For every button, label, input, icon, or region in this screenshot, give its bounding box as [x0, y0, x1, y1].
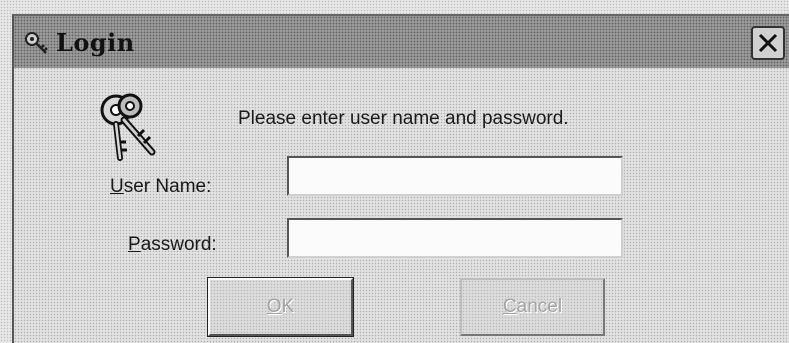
user-name-label-text: ser Name: [123, 176, 212, 197]
password-mnemonic: P [128, 234, 141, 255]
ok-label: K [281, 296, 295, 317]
keys-icon [100, 93, 156, 161]
key-icon [25, 32, 48, 54]
password-input[interactable] [287, 218, 623, 258]
close-button[interactable] [751, 26, 785, 60]
ok-mnemonic: O [266, 296, 282, 317]
title-bar[interactable]: Login [14, 16, 789, 68]
ok-button[interactable]: OK [207, 277, 354, 337]
user-name-label: User Name: [110, 176, 211, 198]
window-title: Login [56, 28, 135, 57]
cancel-mnemonic: C [502, 296, 517, 317]
instruction-text: Please enter user name and password. [238, 108, 569, 129]
close-icon [758, 33, 778, 53]
login-dialog: Login Please enter user name and passwor… [12, 14, 789, 343]
cancel-button[interactable]: Cancel [460, 278, 605, 336]
password-label: Password: [128, 234, 217, 256]
user-name-input[interactable] [287, 156, 623, 196]
user-name-mnemonic: U [110, 176, 124, 197]
cancel-label: ancel [516, 296, 563, 317]
password-label-text: assword: [140, 234, 217, 255]
